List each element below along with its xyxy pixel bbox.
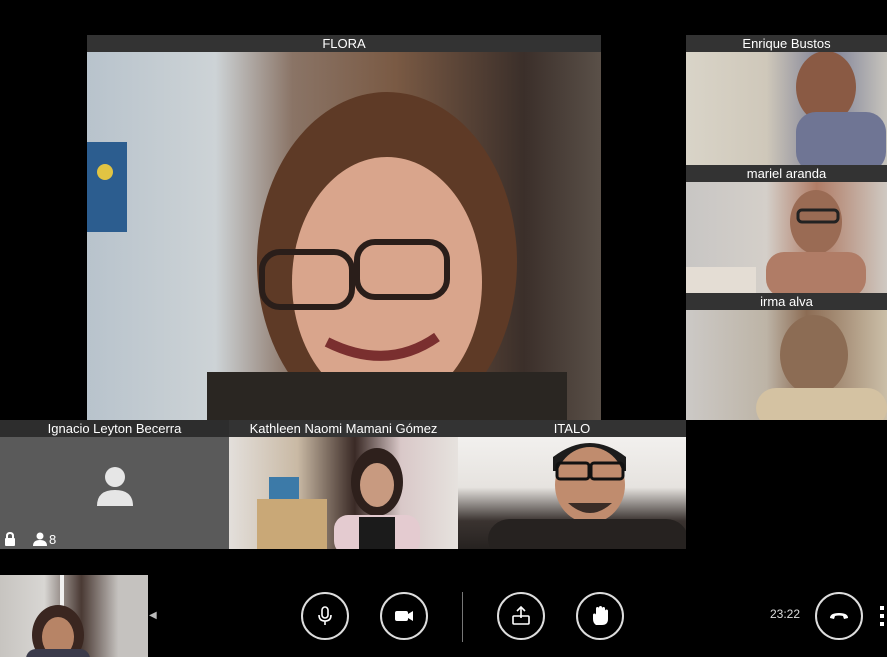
video-tile-mariel[interactable]: mariel aranda (686, 165, 887, 293)
participant-silhouette (488, 443, 686, 549)
participant-video (686, 182, 887, 293)
hangup-icon (830, 613, 848, 619)
participant-video (686, 51, 887, 165)
participant-name: mariel aranda (686, 165, 887, 182)
more-vertical-icon[interactable] (879, 604, 885, 628)
raise-hand-button[interactable] (576, 592, 624, 640)
video-tile-kathleen[interactable]: Kathleen Naomi Mamani Gómez (229, 420, 458, 549)
lock-icon (5, 532, 15, 546)
participant-silhouette (257, 448, 420, 549)
user-avatar-icon (97, 467, 133, 506)
participant-name: FLORA (87, 35, 601, 52)
participant-video (458, 437, 686, 549)
participant-silhouette (796, 51, 886, 165)
participant-video (229, 437, 458, 549)
video-tile-enrique[interactable]: Enrique Bustos (686, 35, 887, 165)
video-tile-italo[interactable]: ITALO (458, 420, 686, 549)
participant-count: 8 (49, 532, 57, 547)
self-silhouette (26, 575, 90, 657)
collapse-arrow-icon[interactable]: ◀ (149, 610, 157, 621)
microphone-button[interactable] (301, 592, 349, 640)
camera-icon (395, 611, 413, 621)
participant-name: irma alva (686, 293, 887, 310)
raise-hand-icon (593, 606, 608, 625)
share-screen-button[interactable] (497, 592, 545, 640)
share-screen-icon (512, 605, 530, 625)
video-tile-flora[interactable]: FLORA (87, 35, 601, 420)
participant-silhouette (686, 190, 866, 293)
hangup-button[interactable] (815, 592, 863, 640)
self-view-video[interactable] (0, 575, 148, 657)
participant-name: Ignacio Leyton Becerra (0, 420, 229, 437)
participant-name: ITALO (458, 420, 686, 437)
participant-name: Kathleen Naomi Mamani Gómez (229, 420, 458, 437)
participant-video (686, 310, 887, 420)
video-tile-irma[interactable]: irma alva (686, 293, 887, 420)
clock: 23:22 (770, 607, 801, 621)
toolbar-divider (462, 592, 463, 642)
participant-video (87, 52, 601, 420)
people-icon (33, 532, 47, 546)
camera-button[interactable] (380, 592, 428, 640)
microphone-icon (318, 606, 332, 625)
participant-silhouette (87, 92, 567, 420)
participant-silhouette (756, 315, 887, 420)
participant-name: Enrique Bustos (686, 35, 887, 52)
